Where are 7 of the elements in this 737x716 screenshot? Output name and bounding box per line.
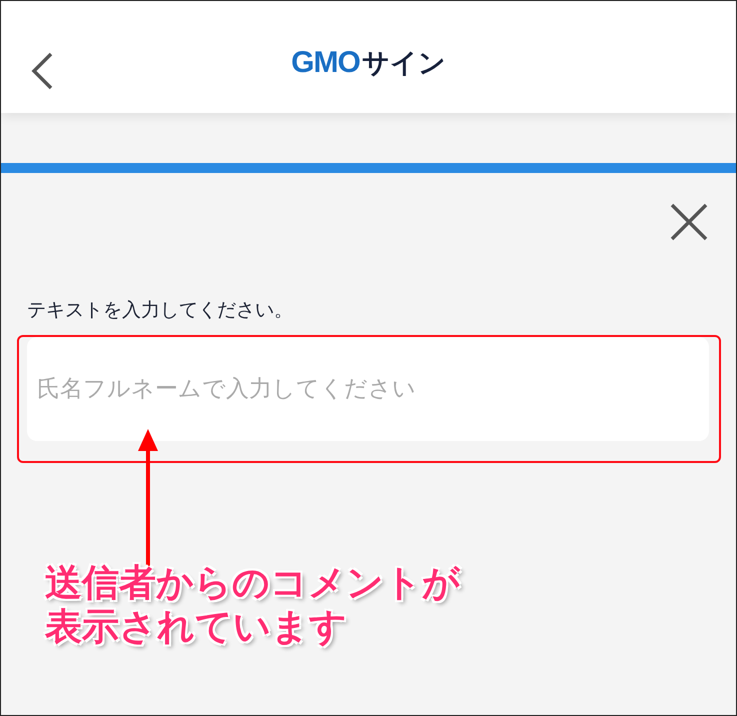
close-icon[interactable]: [670, 203, 708, 241]
logo-text: サイン: [362, 47, 446, 81]
callout-text: 送信者からのコメントが表示されています: [45, 561, 462, 650]
input-field[interactable]: 氏名フルネームで入力してください: [27, 337, 709, 441]
prompt-label: テキストを入力してください。: [27, 298, 294, 323]
back-icon[interactable]: [29, 51, 55, 91]
logo-mark: GMO: [291, 46, 360, 80]
